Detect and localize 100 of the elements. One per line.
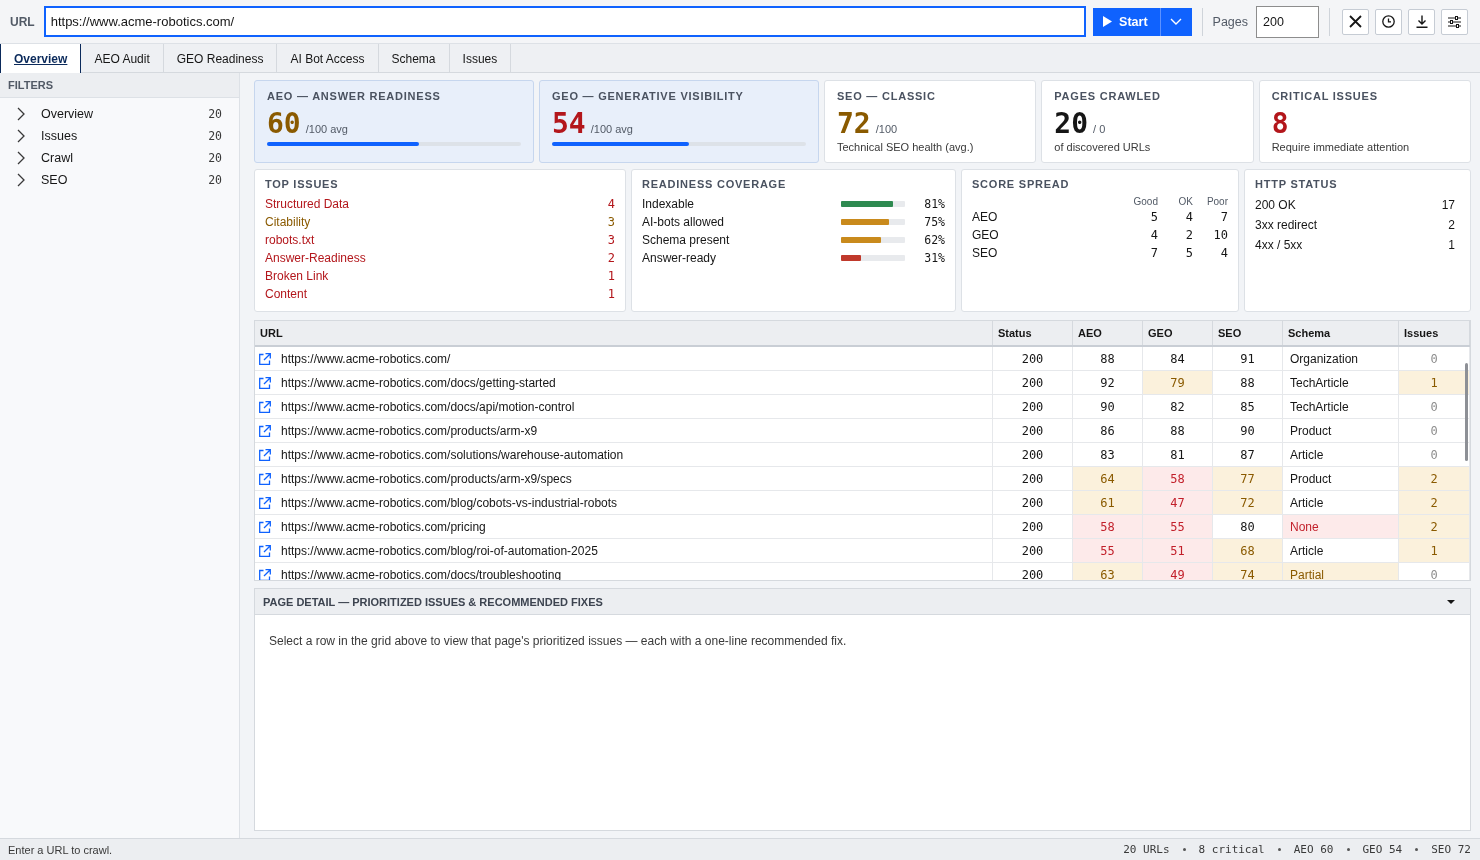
filter-item[interactable]: Issues 20 bbox=[0, 125, 239, 147]
table-cell: 200 bbox=[993, 419, 1073, 442]
start-button[interactable]: Start bbox=[1093, 7, 1160, 36]
url-text: https://www.acme-robotics.com/products/arm-x9/specs bbox=[281, 471, 572, 486]
table-cell: 83 bbox=[1073, 443, 1143, 466]
external-link-icon[interactable] bbox=[259, 544, 271, 557]
download-button[interactable] bbox=[1408, 8, 1435, 35]
tab[interactable]: Overview bbox=[0, 44, 82, 73]
chevron-down-icon bbox=[1170, 18, 1183, 25]
download-icon bbox=[1415, 15, 1428, 28]
spread-column-header: OK bbox=[1177, 195, 1193, 208]
url-text: https://www.acme-robotics.com/blog/roi-of-automation-2025 bbox=[281, 543, 598, 558]
coverage-percent: 81% bbox=[923, 197, 945, 211]
status-message: Enter a URL to crawl. bbox=[8, 843, 113, 856]
column-header[interactable]: Schema bbox=[1283, 321, 1399, 345]
column-header[interactable]: GEO bbox=[1143, 321, 1213, 345]
tab[interactable]: Schema bbox=[378, 44, 450, 73]
card-title: READINESS COVERAGE bbox=[642, 178, 788, 191]
table-cell: 64 bbox=[1073, 467, 1143, 490]
table-cell: 86 bbox=[1073, 419, 1143, 442]
spread-value: 4 bbox=[1184, 209, 1193, 226]
spread-row-label: SEO bbox=[972, 245, 999, 262]
table-cell: 79 bbox=[1143, 371, 1213, 394]
issue-count: 1 bbox=[607, 269, 615, 283]
status-stat: GEO 54 bbox=[1362, 843, 1403, 856]
table-cell: 200 bbox=[993, 443, 1073, 466]
card-title: AEO — ANSWER READINESS bbox=[267, 90, 442, 103]
filter-item[interactable]: Overview 20 bbox=[0, 103, 239, 125]
card-note: of discovered URLs bbox=[1054, 141, 1152, 153]
issue-count: 2 bbox=[607, 251, 615, 265]
coverage-label: Answer-ready bbox=[642, 251, 718, 265]
url-input[interactable]: https://www.acme-robotics.com/ bbox=[43, 6, 1087, 37]
external-link-icon[interactable] bbox=[259, 496, 271, 509]
url-label: URL bbox=[10, 14, 35, 29]
status-count: 1 bbox=[1448, 238, 1455, 252]
panel-header[interactable]: PAGE DETAIL — PRIORITIZED ISSUES & RECOMMENDED FIXES bbox=[255, 589, 1470, 615]
filter-item[interactable]: Crawl 20 bbox=[0, 147, 239, 169]
filter-item[interactable]: SEO 20 bbox=[0, 169, 239, 191]
spread-value: 5 bbox=[1184, 245, 1193, 262]
table-cell: 61 bbox=[1073, 491, 1143, 514]
table-cell: 74 bbox=[1213, 563, 1283, 580]
external-link-icon[interactable] bbox=[259, 472, 271, 485]
external-link-icon[interactable] bbox=[259, 520, 271, 533]
dropdown-button[interactable] bbox=[1159, 7, 1192, 36]
item-count: 20 bbox=[208, 107, 222, 121]
pages-input[interactable]: 200 bbox=[1256, 5, 1319, 38]
card-note: Require immediate attention bbox=[1271, 141, 1411, 153]
url-text: https://www.acme-robotics.com/products/arm-x9 bbox=[281, 423, 538, 438]
metric-value: 8 bbox=[1271, 109, 1289, 139]
issue-count: 3 bbox=[607, 215, 615, 229]
issue-label: Answer-Readiness bbox=[265, 251, 367, 265]
table-cell: 77 bbox=[1213, 467, 1283, 490]
table-cell: 88 bbox=[1073, 347, 1143, 370]
issue-label: Citability bbox=[265, 215, 312, 229]
close-button[interactable] bbox=[1342, 8, 1369, 35]
external-link-icon[interactable] bbox=[259, 352, 271, 365]
table-cell: 55 bbox=[1073, 539, 1143, 562]
card-title: CRITICAL ISSUES bbox=[1271, 90, 1379, 103]
spread-value: 4 bbox=[1149, 227, 1158, 244]
column-header[interactable]: SEO bbox=[1213, 321, 1283, 345]
history-button[interactable] bbox=[1375, 8, 1402, 35]
table-cell: 91 bbox=[1213, 347, 1283, 370]
table-cell: 58 bbox=[1143, 467, 1213, 490]
card-title: PAGES CRAWLED bbox=[1054, 90, 1162, 103]
panel-message: Select a row in the grid above to view that page's prioritized issues — each with a one-line recommended fix. bbox=[269, 634, 847, 648]
column-header[interactable]: Status bbox=[993, 321, 1073, 345]
external-link-icon[interactable] bbox=[259, 568, 271, 580]
external-link-icon[interactable] bbox=[259, 448, 271, 461]
table-cell: 55 bbox=[1143, 515, 1213, 538]
tab[interactable]: AI Bot Access bbox=[277, 44, 379, 73]
card-title: TOP ISSUES bbox=[265, 178, 340, 191]
table-cell: 51 bbox=[1143, 539, 1213, 562]
table-cell: 90 bbox=[1213, 419, 1283, 442]
external-link-icon[interactable] bbox=[259, 424, 271, 437]
table-cell: TechArticle bbox=[1283, 395, 1399, 418]
status-label: 3xx redirect bbox=[1255, 218, 1319, 232]
external-link-icon[interactable] bbox=[259, 400, 271, 413]
column-header[interactable]: Issues bbox=[1399, 321, 1470, 345]
spread-value: 5 bbox=[1149, 209, 1158, 226]
spread-value: 7 bbox=[1219, 209, 1228, 226]
issue-label: robots.txt bbox=[265, 233, 316, 247]
tab[interactable]: Issues bbox=[449, 44, 512, 73]
column-header[interactable]: AEO bbox=[1073, 321, 1143, 345]
item-count: 20 bbox=[208, 173, 222, 187]
external-link-icon[interactable] bbox=[259, 376, 271, 389]
status-label: 200 OK bbox=[1255, 198, 1297, 212]
metric-unit: /100 avg bbox=[590, 123, 633, 135]
column-header[interactable]: URL bbox=[255, 321, 993, 345]
url-text: https://www.acme-robotics.com/solutions/warehouse-automation bbox=[281, 447, 624, 462]
table-cell: 85 bbox=[1213, 395, 1283, 418]
table-cell: 200 bbox=[993, 347, 1073, 370]
status-label: 4xx / 5xx bbox=[1255, 238, 1304, 252]
spread-value: 7 bbox=[1149, 245, 1158, 262]
table-cell: 2 bbox=[1399, 515, 1470, 538]
settings-button[interactable] bbox=[1441, 8, 1468, 35]
metric-unit: /100 avg bbox=[305, 123, 348, 135]
metric-value: 54 bbox=[552, 109, 586, 139]
table-cell: 88 bbox=[1213, 371, 1283, 394]
status-count: 2 bbox=[1448, 218, 1455, 232]
spread-value: 10 bbox=[1212, 227, 1228, 244]
